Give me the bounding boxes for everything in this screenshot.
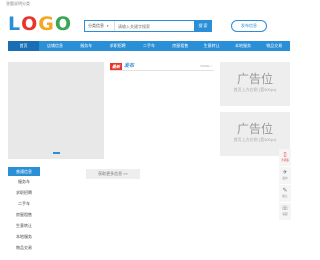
site-logo[interactable]: L O G O	[8, 14, 71, 34]
nav-item-service-car[interactable]: 服务车	[71, 41, 102, 51]
edit-icon: ✎	[282, 188, 288, 194]
chevron-down-icon: ▼	[106, 24, 110, 28]
category-item[interactable]: 二手车	[8, 198, 40, 209]
side-service-button[interactable]: ☏ 客服	[279, 203, 291, 220]
side-message-button[interactable]: ✎ 留言	[279, 185, 291, 202]
slider-indicator[interactable]	[53, 152, 60, 154]
category-panel: 普通信息 服务车 求职招聘 二手车 房屋租售 生意转让 本地服务 物品交易	[8, 167, 40, 253]
nav-item-shop[interactable]: 店铺信息	[39, 41, 70, 51]
main-nav: 首页 店铺信息 服务车 求职招聘 二手车 房屋租售 生意转让 本地服务 物品交易	[8, 41, 290, 51]
side-toolbar: ▯ 手机版 ✈ 发布 ✎ 留言 ☏ 客服	[279, 149, 291, 221]
category-item[interactable]: 本地服务	[8, 231, 40, 242]
nav-item-used-car[interactable]: 二手车	[133, 41, 164, 51]
logo-letter: O	[21, 13, 38, 35]
category-item[interactable]: 服务车	[8, 176, 40, 187]
nav-item-goods-trade[interactable]: 物品交易	[259, 41, 290, 51]
ad-title: 广告位	[236, 122, 273, 136]
nav-item-jobs[interactable]: 求职招聘	[102, 41, 133, 51]
banner-slider[interactable]	[8, 62, 104, 159]
top-info-text: 答题说明分类	[6, 1, 30, 6]
category-header[interactable]: 普通信息	[8, 167, 40, 176]
category-item[interactable]: 求职招聘	[8, 187, 40, 198]
latest-badge: 最新	[110, 63, 122, 70]
post-info-button[interactable]: 发布信息	[231, 20, 267, 32]
nav-item-housing[interactable]: 房屋租售	[165, 41, 196, 51]
latest-section-header: 最新 发布 MORE >	[110, 62, 214, 71]
side-mobile-button[interactable]: ▯ 手机版	[279, 149, 291, 166]
send-icon: ✈	[282, 170, 288, 176]
side-button-label: 发布	[282, 177, 288, 180]
nav-item-local-service[interactable]: 本地服务	[227, 41, 258, 51]
ad-slot-1[interactable]: 广告位 首页上方右侧 (宽300px)	[220, 62, 290, 106]
load-more-button[interactable]: 获取更多信息 >>	[86, 169, 140, 179]
ad-subtitle: 首页上方右侧 (宽300px)	[233, 87, 277, 92]
side-button-label: 客服	[282, 213, 288, 216]
more-link[interactable]: MORE >	[200, 64, 212, 68]
category-item[interactable]: 物品交易	[8, 242, 40, 253]
search-category-select[interactable]: 分类信息 ▼	[85, 21, 115, 31]
side-button-label: 手机版	[281, 159, 289, 162]
latest-title: 发布	[124, 63, 135, 69]
search-category-label: 分类信息	[88, 23, 104, 28]
search-input[interactable]	[118, 21, 180, 31]
ad-subtitle: 首页上方右侧 (宽300px)	[233, 137, 277, 142]
logo-letter: L	[8, 13, 21, 35]
ad-title: 广告位	[236, 72, 273, 86]
side-post-button[interactable]: ✈ 发布	[279, 167, 291, 184]
nav-item-home[interactable]: 首页	[8, 41, 40, 51]
phone-icon: ▯	[283, 152, 287, 158]
nav-item-business-transfer[interactable]: 生意转让	[196, 41, 227, 51]
search-button[interactable]: 搜 索	[194, 20, 212, 32]
logo-letter: G	[38, 13, 54, 35]
side-button-label: 留言	[282, 195, 288, 198]
phone-call-icon: ☏	[281, 206, 289, 212]
logo-letter: O	[54, 13, 72, 35]
category-item[interactable]: 生意转让	[8, 220, 40, 231]
search-box: 分类信息 ▼ 搜 索	[84, 20, 212, 32]
category-item[interactable]: 房屋租售	[8, 209, 40, 220]
